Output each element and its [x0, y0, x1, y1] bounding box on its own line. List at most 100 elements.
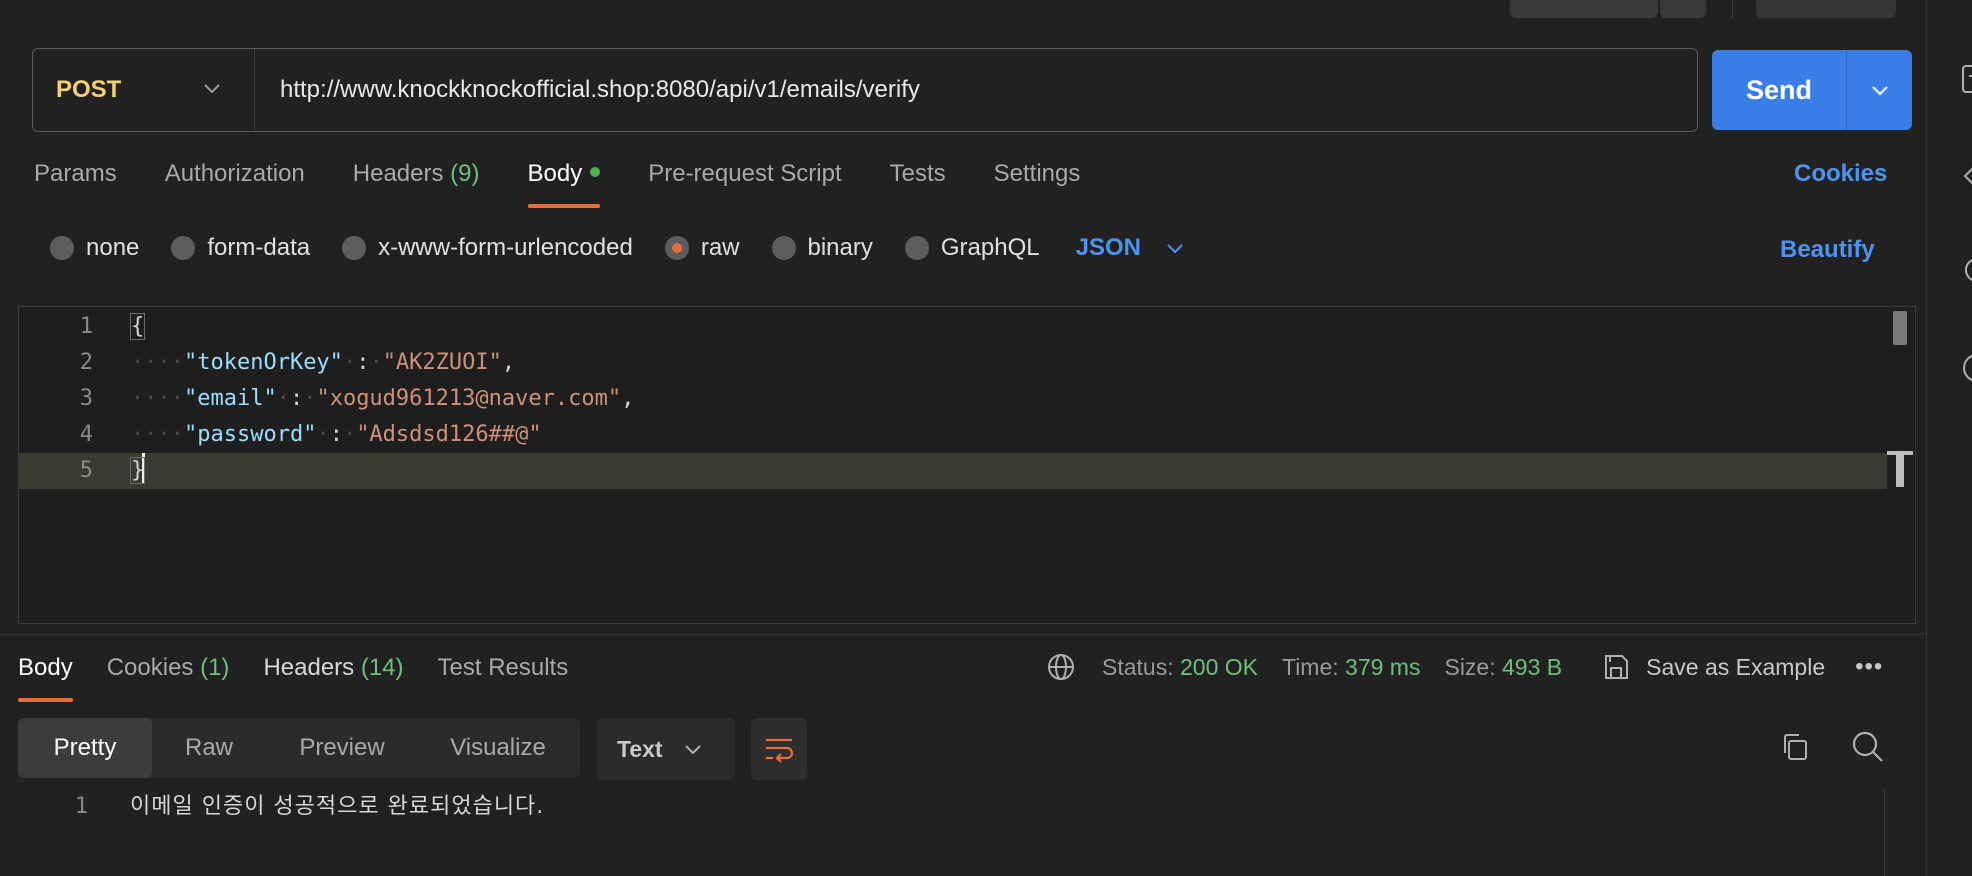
top-toolbar-button[interactable] — [1510, 0, 1658, 18]
send-button-group: Send — [1712, 50, 1912, 130]
body-type-radios: none form-data x-www-form-urlencoded raw… — [50, 234, 1185, 262]
line-number: 1 — [79, 314, 93, 339]
tab-label: Test Results — [437, 654, 569, 681]
globe-icon[interactable] — [1046, 652, 1076, 682]
radio-circle — [904, 236, 929, 260]
cookies-link[interactable]: Cookies — [1794, 160, 1887, 188]
tab-count: (1) — [200, 654, 230, 681]
code-icon[interactable] — [1961, 160, 1972, 197]
editor-scrollbar[interactable] — [1893, 311, 1907, 345]
chevron-down-icon — [1167, 244, 1183, 254]
response-tabs: Body Cookies (1) Headers (14) Test Resul… — [18, 654, 602, 702]
json-trail: , — [501, 350, 516, 375]
pane-divider[interactable] — [0, 634, 1930, 635]
line-number: 5 — [79, 458, 93, 483]
size-indicator[interactable]: Size: 493 B — [1444, 654, 1562, 681]
url-input[interactable]: http://www.knockknockofficial.shop:8080/… — [255, 76, 920, 104]
code-text: { — [129, 313, 146, 340]
modified-dot — [590, 167, 601, 177]
save-icon — [1605, 655, 1629, 679]
json-key: "tokenOrKey" — [183, 350, 343, 375]
view-label: Raw — [184, 734, 233, 761]
beautify-button[interactable]: Beautify — [1780, 236, 1875, 264]
tab-body[interactable]: Body — [527, 160, 601, 208]
view-label: Pretty — [53, 734, 117, 761]
radio-binary[interactable]: binary — [771, 234, 873, 262]
tab-label: Headers — [263, 654, 355, 681]
tab-label: Pre-request Script — [648, 160, 842, 187]
status-value: 200 OK — [1180, 653, 1258, 680]
send-options-button[interactable] — [1847, 80, 1912, 100]
method-label: POST — [56, 76, 122, 103]
view-mode-toggle: Pretty Raw Preview Visualize — [18, 718, 580, 778]
view-label: Visualize — [450, 734, 546, 761]
tab-label: Cookies — [106, 654, 194, 681]
tab-label: Body — [527, 160, 583, 187]
size-label: Size: — [1444, 653, 1496, 680]
radio-circle — [771, 236, 796, 260]
tab-tests[interactable]: Tests — [890, 160, 946, 188]
json-value: "AK2ZUOI" — [382, 350, 502, 375]
radio-graphql[interactable]: GraphQL — [904, 234, 1040, 262]
more-options-button[interactable]: ••• — [1855, 653, 1883, 681]
save-as-example-button[interactable]: Save as Example — [1602, 653, 1825, 681]
tab-authorization[interactable]: Authorization — [165, 160, 305, 188]
tab-pre-request-script[interactable]: Pre-request Script — [648, 160, 841, 188]
json-key: "password" — [183, 422, 317, 447]
tab-headers[interactable]: Headers (9) — [353, 160, 480, 188]
line-number: 1 — [74, 794, 88, 819]
radio-form-data[interactable]: form-data — [171, 234, 310, 262]
code-line: 3 ····"email"·:·"xogud961213@naver.com", — [19, 381, 1887, 417]
method-select[interactable]: POST — [33, 49, 255, 131]
time-indicator[interactable]: Time: 379 ms — [1282, 654, 1420, 681]
wrap-lines-button[interactable] — [751, 718, 807, 780]
tab-settings[interactable]: Settings — [994, 160, 1081, 188]
line-number: 4 — [79, 422, 93, 447]
json-trail: , — [621, 386, 635, 411]
tab-params[interactable]: Params — [34, 160, 117, 188]
info-icon[interactable] — [1961, 352, 1972, 389]
radio-x-www-form-urlencoded[interactable]: x-www-form-urlencoded — [342, 234, 633, 262]
view-visualize[interactable]: Visualize — [418, 718, 578, 778]
json-value: "xogud961213@naver.com" — [316, 386, 622, 411]
response-tab-cookies[interactable]: Cookies (1) — [107, 654, 230, 682]
request-tabs: Params Authorization Headers (9) Body Pr… — [34, 160, 1128, 208]
response-format-select[interactable]: Text — [597, 718, 735, 780]
radio-label: GraphQL — [940, 234, 1040, 261]
json-key: "email" — [183, 386, 277, 411]
tab-label: Tests — [889, 160, 946, 187]
code-line: 2 ····"tokenOrKey"·:·"AK2ZUOI", — [19, 345, 1887, 381]
radio-none[interactable]: none — [50, 234, 139, 262]
response-tab-body[interactable]: Body — [18, 654, 73, 702]
status-indicator[interactable]: Status: 200 OK — [1102, 654, 1258, 681]
top-divider — [1732, 0, 1733, 18]
right-sidebar — [1926, 0, 1972, 876]
send-button[interactable]: Send — [1712, 75, 1846, 106]
tab-label: Headers — [352, 160, 444, 187]
body-editor[interactable]: 1 { 2 ····"tokenOrKey"·:·"AK2ZUOI", 3 ··… — [18, 306, 1916, 624]
radio-circle — [171, 236, 196, 260]
code-line-active: 5 } — [19, 453, 1887, 489]
line-number: 3 — [79, 386, 93, 411]
view-label: Preview — [299, 734, 385, 761]
radio-raw[interactable]: raw — [664, 234, 740, 262]
view-preview[interactable]: Preview — [266, 718, 418, 778]
response-format-label: Text — [617, 735, 663, 762]
response-tab-test-results[interactable]: Test Results — [438, 654, 569, 682]
body-format-label: JSON — [1075, 234, 1141, 261]
comments-icon[interactable] — [1961, 254, 1972, 291]
tab-count: (9) — [450, 160, 480, 187]
radio-circle — [342, 236, 367, 260]
top-toolbar-toggle[interactable] — [1756, 0, 1896, 18]
search-icon[interactable] — [1851, 730, 1885, 769]
documentation-icon[interactable] — [1961, 64, 1972, 101]
url-bar: POST http://www.knockknockofficial.shop:… — [32, 48, 1698, 132]
chevron-down-icon — [1871, 86, 1888, 96]
response-scrollbar[interactable] — [1884, 790, 1885, 876]
body-format-select[interactable]: JSON — [1076, 234, 1185, 262]
view-pretty[interactable]: Pretty — [18, 718, 152, 778]
copy-icon[interactable] — [1780, 732, 1810, 767]
top-toolbar-button-secondary[interactable] — [1660, 0, 1706, 18]
response-tab-headers[interactable]: Headers (14) — [263, 654, 403, 682]
view-raw[interactable]: Raw — [152, 718, 266, 778]
